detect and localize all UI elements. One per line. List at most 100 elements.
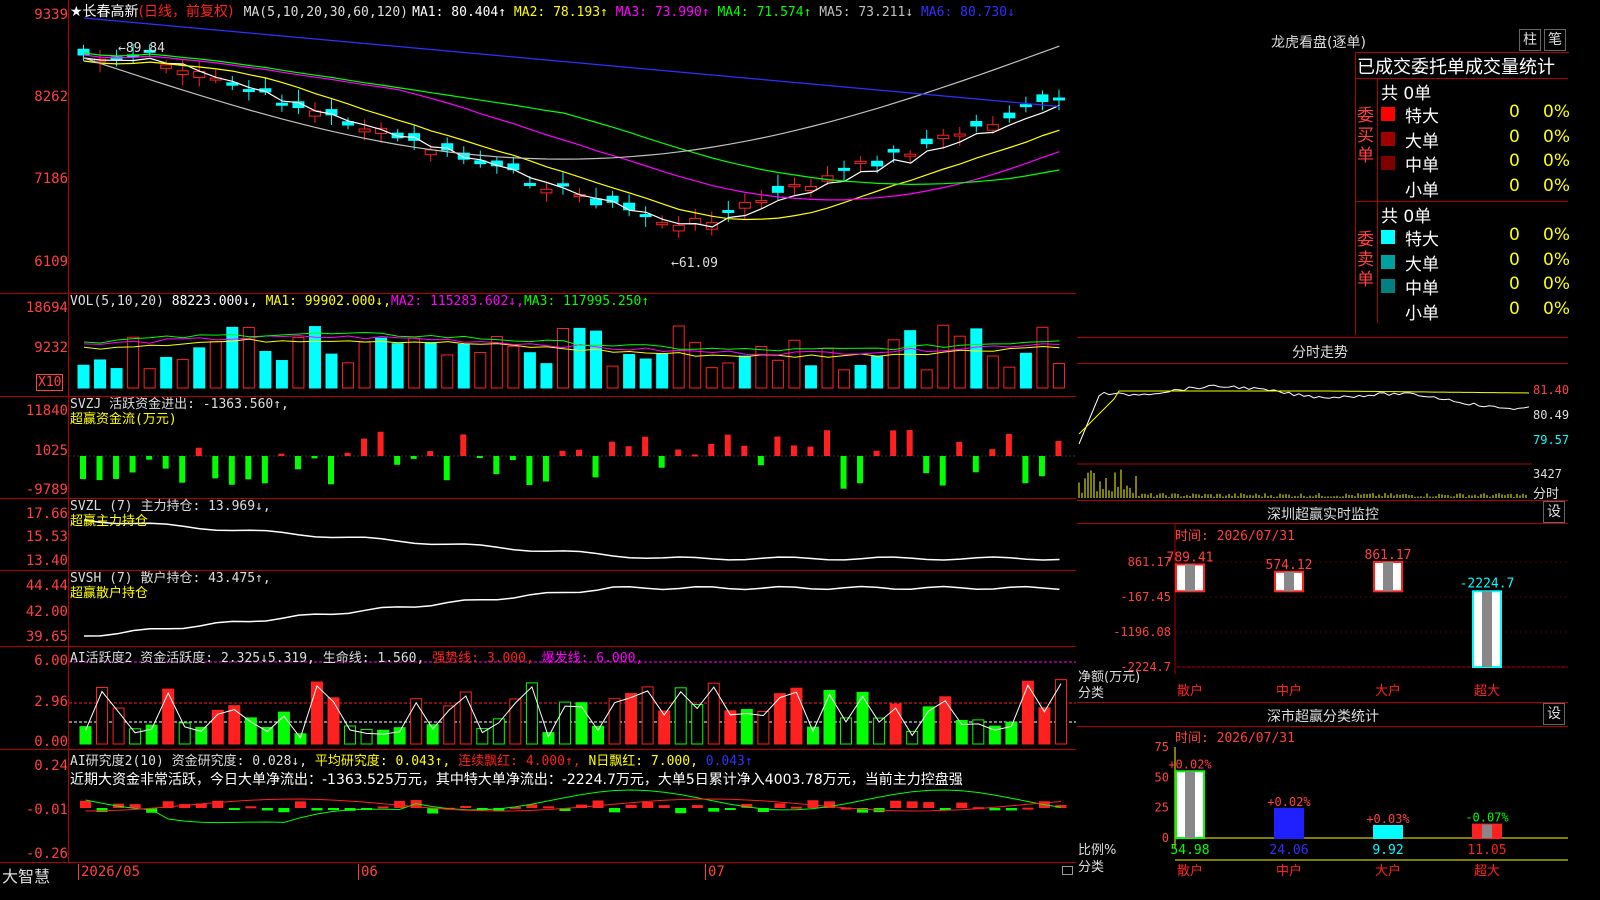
ma-value: 78.193↑ (553, 5, 608, 20)
fund-flow-bar (443, 456, 450, 481)
ai1-label: AI活跃度2 资金活跃度: 2.325↓ (70, 651, 268, 666)
activity-bar (625, 692, 638, 745)
buy-row-name: 大单 (1405, 131, 1439, 152)
svzj-line2: 超赢资金流(万元) (70, 412, 177, 427)
brand-label[interactable]: 大智慧 (2, 863, 50, 887)
candle (738, 201, 751, 209)
research-bar (245, 806, 257, 809)
tick-mode-button[interactable]: 笔 (1544, 29, 1566, 51)
fund-flow-bar (261, 456, 268, 484)
volume-bar (523, 352, 536, 389)
fund-flow-bar (989, 449, 996, 456)
activity-bar (740, 709, 753, 745)
fund-flow-bar (509, 456, 516, 461)
volume-bar (590, 330, 603, 389)
classify-settings-button[interactable]: 设 (1543, 703, 1565, 725)
monitor-category: 散户 (1177, 683, 1203, 699)
fund-flow-bar (1055, 441, 1062, 456)
candle (639, 214, 652, 218)
research-bar (542, 806, 554, 809)
svzj-header: SVZJ 活跃资金进出: -1363.560↑, 超赢资金流(万元) (70, 397, 289, 427)
date-month-07: 07 (705, 864, 725, 880)
buy-color-swatch (1381, 107, 1395, 121)
fund-flow-bar (476, 456, 483, 458)
fund-flow-bar (328, 456, 334, 485)
monitor-category: 超大 (1474, 684, 1500, 699)
fund-flow-bar (708, 443, 715, 456)
sell-row-name: 特大 (1405, 230, 1439, 250)
volume-bar (937, 324, 950, 389)
buy-color-swatch (1381, 156, 1395, 170)
fund-flow-bar (840, 456, 847, 489)
candle (755, 200, 768, 204)
fund-flow-bar (361, 438, 368, 456)
ma-name: MA1: (412, 5, 452, 20)
fund-flow-bar (1005, 433, 1012, 456)
ma-line (83, 54, 1060, 201)
fund-flow-bar (526, 456, 533, 486)
research-bar (80, 800, 91, 808)
sell-row-pct: 0% (1543, 225, 1570, 245)
fund-flow-bar (1038, 456, 1045, 477)
fund-flow-bar (278, 453, 285, 456)
volume-bar (623, 353, 636, 389)
volume-bar (656, 353, 669, 389)
volume-bar (573, 327, 586, 389)
lhb-header: 已成交委托单成交量统计 (1357, 57, 1555, 78)
vol-label: VOL(5,10,20) (70, 294, 164, 309)
volume-bar (771, 359, 784, 389)
vol-ma-values: MA1: 99902.000↓,MA2: 115283.602↓,MA3: 11… (266, 294, 650, 309)
monitor-title: 深圳超赢实时监控 (1267, 507, 1379, 523)
classify-chart[interactable]: 75 50 25 0 +0.02% 54.98 散户 +0.02% 24.06 中户 +0.03% 9… (1077, 727, 1568, 882)
ai2-ytick: -0.26 (25, 846, 68, 862)
monitor-xlabel: 分类 (1078, 686, 1105, 701)
monitor-chart[interactable]: 861.17 -167.45 -1196.08 -2224.7 789.41 散户 574.… (1077, 524, 1568, 702)
sell-row-name: 中单 (1405, 279, 1439, 299)
chart-area[interactable]: ★长春高新(日线，前复权) MA(5,10,20,30,60,120) MA1:… (0, 0, 1076, 886)
candle (176, 70, 189, 76)
ai2-summary: 近期大资金非常活跃，今日大单净流出：-1363.525万元，其中特大单净流出：-… (70, 772, 963, 788)
stock-title[interactable]: ★长春高新 (70, 4, 139, 20)
fund-flow-bar (460, 434, 467, 456)
price-mode[interactable]: (日线，前复权) (139, 4, 234, 20)
main-ytick: 9339 (34, 7, 68, 23)
fund-flow-bar (195, 447, 202, 456)
research-bar (989, 808, 1001, 811)
ai1-header: AI活跃度2 资金活跃度: 2.325↓5.319, 生命线: 1.560, 强… (70, 647, 643, 666)
fund-flow-bar (972, 456, 979, 473)
ratio-bar (1274, 807, 1304, 839)
fund-flow-bar (741, 445, 748, 456)
buy-row-name: 中单 (1405, 156, 1439, 176)
svzl-ytick: 17.66 (25, 506, 68, 522)
lock-icon[interactable] (1062, 866, 1073, 875)
ai1-v4: 强势线: 3.000, (432, 651, 534, 666)
activity-bar (691, 704, 704, 745)
bar-mode-button[interactable]: 柱 (1519, 29, 1541, 51)
fund-flow-bar (956, 441, 963, 456)
research-bar (460, 806, 472, 809)
buy-row-count: 0 (1509, 151, 1520, 171)
classify-ytick: 75 (1155, 740, 1169, 754)
research-bar (906, 801, 918, 808)
ratio-bar-shade (1185, 771, 1195, 838)
fund-flow-bar (890, 430, 897, 456)
fund-flow-bar (724, 434, 731, 456)
research-bar (642, 801, 654, 808)
buy-side-label: 委买单 (1357, 106, 1374, 166)
classify-category: 超大 (1474, 864, 1500, 879)
sell-row-pct: 0% (1543, 298, 1570, 319)
monitor-settings-button[interactable]: 设 (1543, 501, 1565, 523)
fund-flow-bar (923, 456, 930, 474)
net-flow-value: 574.12 (1266, 558, 1313, 573)
research-bar (724, 808, 736, 810)
sell-row-count: 0 (1509, 298, 1520, 319)
ai2-v4: N日飘红: 7.000, (588, 754, 698, 769)
buy-row-count: 0 (1509, 126, 1520, 147)
volume-bar (606, 365, 619, 389)
intraday-chart[interactable] (1077, 364, 1568, 500)
svzl-ytick: 15.53 (25, 529, 68, 545)
fund-flow-bar (790, 445, 797, 456)
candle (970, 121, 983, 127)
activity-bar (608, 698, 621, 745)
volume-bar (1003, 366, 1016, 389)
